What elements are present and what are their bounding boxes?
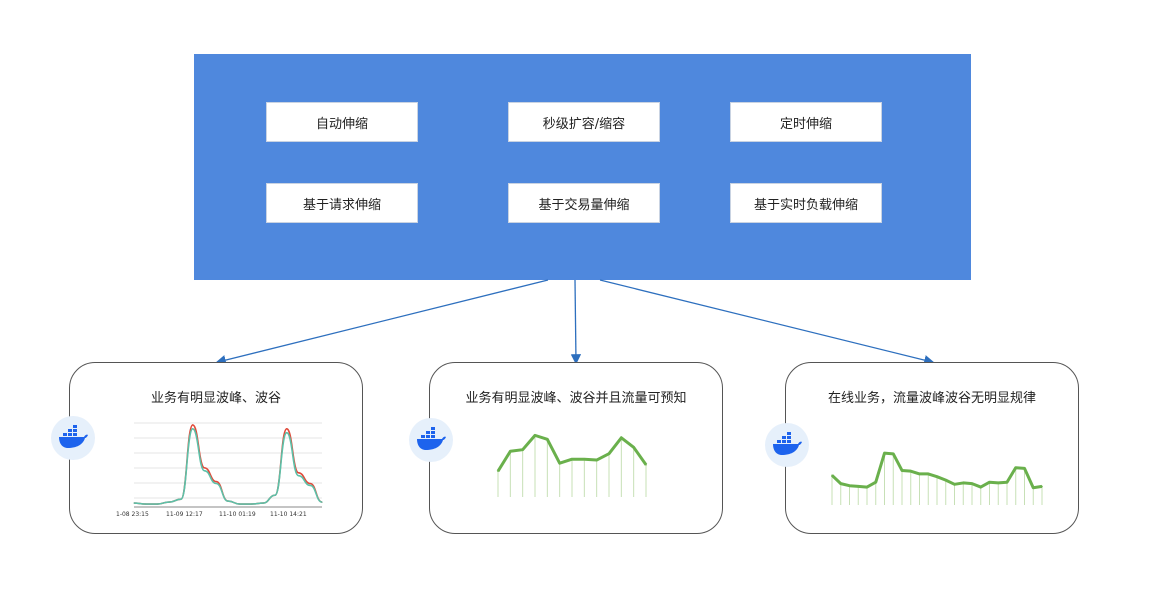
data-point	[988, 481, 991, 484]
data-point	[953, 483, 956, 486]
data-point	[857, 485, 860, 488]
arrow-middle	[570, 279, 582, 365]
data-point	[168, 501, 170, 503]
data-point	[215, 480, 217, 483]
scenario-card-1: 业务有明显波峰、波谷 1-08 23:15 11-09 12:17 11-10 …	[51, 362, 363, 534]
data-point	[262, 502, 264, 504]
data-point	[1006, 481, 1008, 484]
data-point	[286, 432, 288, 434]
data-point	[497, 470, 499, 472]
card-title-3: 在线业务，流量波峰波谷无明显规律	[827, 391, 1036, 406]
data-point	[309, 484, 311, 487]
data-point	[203, 467, 206, 469]
docker-whale-icon	[409, 418, 453, 462]
traffic-chart-3	[830, 451, 1043, 505]
data-point	[321, 501, 323, 503]
data-point	[203, 470, 206, 472]
data-point	[239, 503, 241, 505]
data-point	[608, 452, 610, 455]
data-point	[309, 482, 311, 485]
data-point	[848, 484, 851, 487]
data-point	[971, 482, 973, 485]
data-point	[927, 473, 930, 475]
series-line-1	[133, 428, 323, 505]
card-title-1: 业务有明显波峰、波谷	[150, 391, 281, 406]
data-point	[192, 424, 194, 426]
traffic-chart-1: 1-08 23:15 11-09 12:17 11-10 01:19 11-10…	[116, 422, 323, 518]
data-point	[620, 436, 623, 439]
data-point	[286, 428, 288, 430]
data-point	[839, 482, 842, 485]
data-point	[1023, 467, 1026, 470]
data-point	[558, 462, 561, 465]
scenario-card-3: 在线业务，流量波峰波谷无明显规律	[765, 362, 1079, 534]
data-point	[962, 482, 965, 484]
docker-whale-icon	[51, 416, 95, 460]
scenario-card-2: 业务有明显波峰、波谷并且流量可预知	[409, 362, 723, 534]
x-tick-2: 11-09 12:17	[166, 511, 203, 518]
data-point	[297, 472, 300, 474]
data-point	[1032, 486, 1035, 489]
data-point	[632, 446, 635, 449]
data-point	[192, 428, 194, 430]
data-point	[215, 482, 217, 485]
data-point	[936, 475, 938, 478]
data-point	[583, 458, 586, 461]
data-point	[521, 448, 524, 451]
data-point	[1041, 485, 1043, 488]
x-tick-1: 1-08 23:15	[116, 511, 149, 518]
data-point	[866, 486, 868, 488]
data-point	[1014, 466, 1017, 469]
x-tick-4: 11-10 14:21	[270, 511, 307, 518]
data-point	[250, 503, 253, 505]
data-point	[645, 463, 647, 466]
data-point	[997, 482, 1000, 484]
data-point	[909, 470, 912, 472]
docker-whale-icon	[765, 423, 809, 467]
data-point	[831, 474, 833, 477]
arrow-right	[599, 279, 935, 366]
data-point	[979, 486, 982, 488]
data-point	[901, 469, 903, 472]
data-point	[874, 481, 877, 484]
data-point	[595, 459, 598, 461]
data-point	[297, 475, 300, 477]
card-title-2: 业务有明显波峰、波谷并且流量可预知	[465, 391, 687, 406]
data-point	[944, 479, 947, 481]
traffic-chart-2	[496, 433, 648, 497]
data-point	[227, 500, 229, 502]
data-point	[509, 450, 512, 453]
data-point	[133, 502, 135, 504]
x-tick-3: 11-10 01:19	[219, 511, 256, 518]
data-point	[274, 494, 276, 496]
data-point	[145, 503, 147, 505]
data-point	[892, 453, 895, 455]
data-point	[546, 438, 549, 441]
data-point	[571, 458, 573, 461]
data-point	[534, 434, 536, 437]
arrow-left	[215, 279, 549, 366]
data-point	[156, 503, 159, 505]
data-point	[883, 452, 886, 454]
data-point	[918, 473, 921, 475]
data-point	[180, 498, 182, 500]
